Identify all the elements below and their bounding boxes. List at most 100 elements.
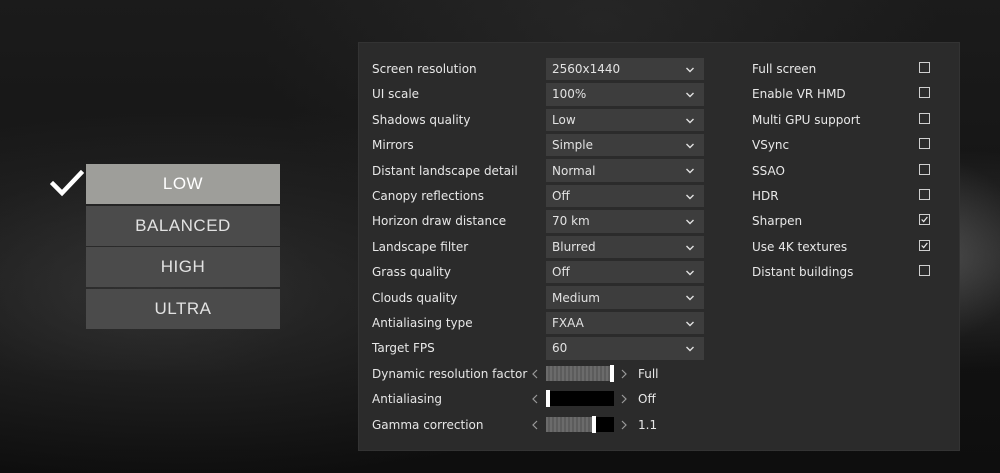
slider-fill — [546, 416, 592, 432]
slider-handle[interactable] — [610, 364, 614, 382]
chevron-down-icon — [685, 292, 695, 302]
setting-row-mirrors: Mirrors Simple — [372, 133, 717, 157]
chevron-left-icon[interactable] — [530, 419, 540, 431]
chevron-down-icon — [685, 89, 695, 99]
setting-label: Full screen — [752, 62, 817, 76]
full-screen-checkbox[interactable] — [919, 62, 930, 73]
setting-row-shadows-quality: Shadows quality Low — [372, 108, 717, 132]
mirrors-dropdown[interactable]: Simple — [546, 133, 704, 157]
vsync-checkbox[interactable] — [919, 138, 930, 150]
horizon-draw-distance-dropdown[interactable]: 70 km — [546, 210, 704, 233]
setting-label: Canopy reflections — [372, 189, 485, 203]
use-4k-textures-checkbox[interactable] — [919, 239, 930, 251]
setting-row-ssao: SSAO — [752, 159, 942, 183]
setting-row-canopy-reflections: Canopy reflections Off — [372, 184, 717, 208]
setting-row-grass-quality: Grass quality Off — [372, 260, 717, 284]
target-fps-dropdown[interactable]: 60 — [546, 337, 704, 360]
chevron-down-icon — [685, 165, 695, 175]
setting-label: Distant buildings — [752, 265, 854, 280]
setting-row-antialiasing-type: Antialiasing type FXAA — [372, 311, 717, 335]
chevron-down-icon — [685, 242, 695, 252]
chevron-down-icon — [685, 318, 695, 328]
setting-row-hdr: HDR — [752, 184, 942, 208]
slider-value: Full — [638, 366, 659, 381]
setting-row-screen-resolution: Screen resolution 2560x1440 — [372, 57, 717, 81]
preset-high-button[interactable]: HIGH — [86, 247, 280, 287]
screen-resolution-dropdown[interactable]: 2560x1440 — [546, 57, 704, 81]
setting-row-multi-gpu-support: Multi GPU support — [752, 108, 942, 132]
dropdown-value: 70 km — [552, 214, 590, 229]
landscape-filter-dropdown[interactable]: Blurred — [546, 235, 704, 259]
dropdown-value: 2560x1440 — [552, 62, 621, 76]
setting-label: Mirrors — [372, 138, 414, 153]
chevron-down-icon — [685, 191, 695, 201]
setting-label: Enable VR HMD — [752, 87, 846, 102]
setting-label: Grass quality — [372, 265, 451, 280]
grass-quality-dropdown[interactable]: Off — [546, 260, 704, 284]
ssao-checkbox[interactable] — [919, 163, 930, 175]
slider-value: Off — [638, 392, 656, 407]
setting-label: Antialiasing type — [372, 316, 473, 330]
preset-list: LOW BALANCED HIGH ULTRA — [86, 164, 280, 330]
dropdown-value: Simple — [552, 138, 593, 153]
hdr-checkbox[interactable] — [919, 189, 930, 200]
gamma-correction-slider[interactable] — [546, 415, 614, 433]
slider-handle[interactable] — [592, 415, 596, 433]
distant-landscape-detail-dropdown[interactable]: Normal — [546, 159, 704, 182]
chevron-down-icon — [685, 64, 695, 74]
setting-row-ui-scale: UI scale 100% — [372, 82, 717, 106]
multi-gpu-support-checkbox[interactable] — [919, 112, 930, 124]
setting-row-clouds-quality: Clouds quality Medium — [372, 286, 717, 310]
setting-label: HDR — [752, 189, 779, 203]
setting-label: Clouds quality — [372, 290, 458, 305]
enable-vr-hmd-checkbox[interactable] — [919, 87, 930, 99]
chevron-right-icon[interactable] — [619, 419, 629, 431]
canopy-reflections-dropdown[interactable]: Off — [546, 184, 704, 208]
settings-panel: Screen resolution 2560x1440 UI scale 100% Sh… — [359, 43, 959, 450]
chevron-down-icon — [685, 267, 695, 277]
setting-row-sharpen: Sharpen — [752, 209, 942, 233]
chevron-right-icon[interactable] — [619, 368, 629, 380]
chevron-left-icon[interactable] — [530, 368, 540, 380]
ui-scale-dropdown[interactable]: 100% — [546, 83, 704, 106]
chevron-right-icon[interactable] — [619, 393, 629, 405]
setting-label: Landscape filter — [372, 239, 469, 254]
clouds-quality-dropdown[interactable]: Medium — [546, 286, 704, 309]
setting-label: VSync — [752, 138, 790, 153]
setting-label: Horizon draw distance — [372, 214, 507, 229]
shadows-quality-dropdown[interactable]: Low — [546, 108, 704, 132]
dropdown-value: Normal — [552, 163, 596, 178]
setting-row-enable-vr-hmd: Enable VR HMD — [752, 82, 942, 106]
antialiasing-slider[interactable] — [546, 390, 614, 408]
setting-row-distant-buildings: Distant buildings — [752, 260, 942, 284]
setting-label: UI scale — [372, 87, 420, 102]
sharpen-checkbox[interactable] — [919, 214, 930, 226]
chevron-down-icon — [685, 140, 695, 150]
chevron-down-icon — [685, 216, 695, 226]
setting-row-dynamic-resolution-factor: Dynamic resolution factor Full — [372, 362, 692, 386]
setting-row-gamma-correction: Gamma correction 1.1 — [372, 413, 692, 437]
antialiasing-type-dropdown[interactable]: FXAA — [546, 311, 704, 335]
slider-handle[interactable] — [546, 390, 550, 408]
setting-row-distant-landscape-detail: Distant landscape detail Normal — [372, 159, 717, 183]
setting-row-antialiasing: Antialiasing Off — [372, 387, 692, 411]
setting-label: Distant landscape detail — [372, 163, 518, 178]
distant-buildings-checkbox[interactable] — [919, 265, 930, 277]
preset-ultra-button[interactable]: ULTRA — [86, 288, 280, 329]
dropdown-value: 100% — [552, 87, 587, 102]
setting-label: Target FPS — [372, 341, 435, 356]
setting-row-use-4k-textures: Use 4K textures — [752, 235, 942, 259]
dropdown-value: Off — [552, 189, 570, 203]
setting-label: Antialiasing — [372, 392, 443, 407]
preset-balanced-button[interactable]: BALANCED — [86, 205, 280, 246]
setting-label: SSAO — [752, 163, 785, 178]
setting-label: Multi GPU support — [752, 112, 861, 127]
setting-label: Sharpen — [752, 214, 803, 229]
setting-row-target-fps: Target FPS 60 — [372, 336, 717, 360]
check-icon — [50, 170, 84, 197]
setting-row-vsync: VSync — [752, 133, 942, 157]
setting-label: Shadows quality — [372, 112, 471, 127]
chevron-left-icon[interactable] — [530, 393, 540, 405]
dynamic-resolution-factor-slider[interactable] — [546, 364, 614, 382]
preset-low-button[interactable]: LOW — [86, 164, 280, 204]
